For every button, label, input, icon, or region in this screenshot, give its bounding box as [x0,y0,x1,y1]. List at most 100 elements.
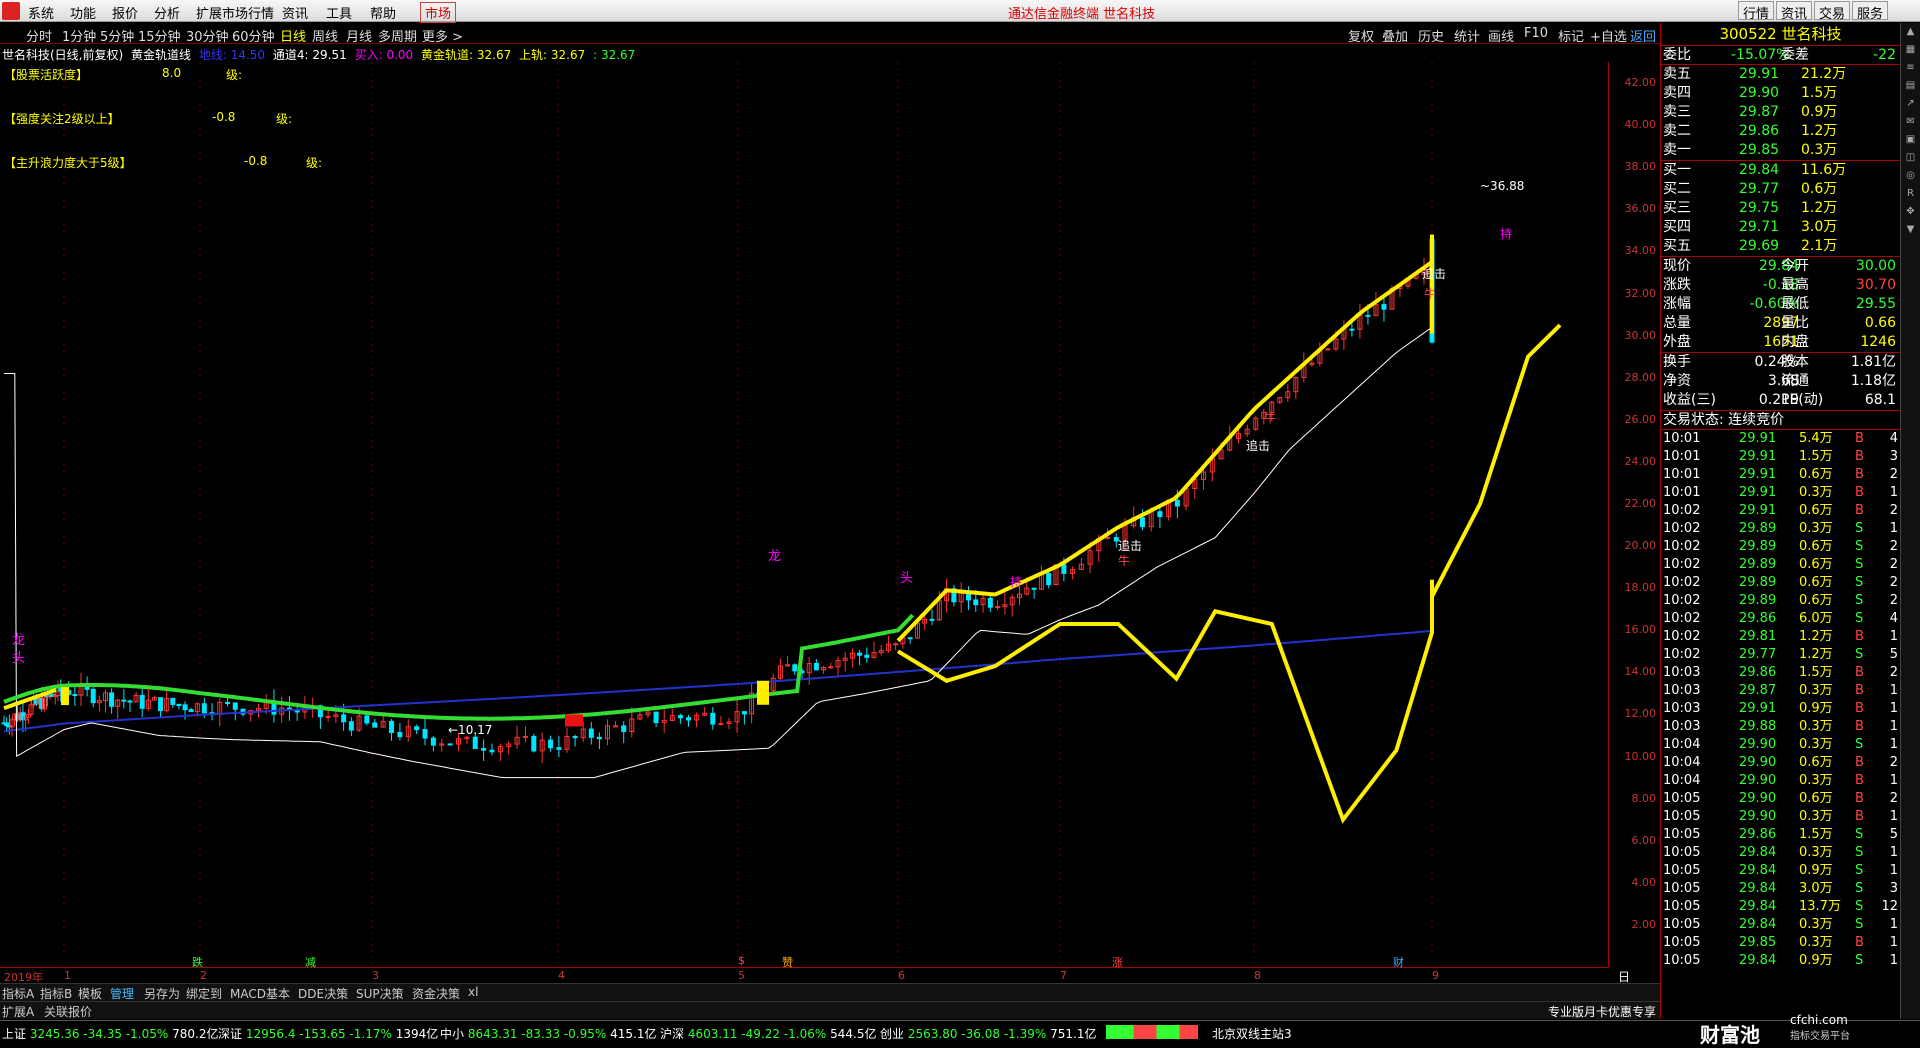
period-tab[interactable]: 更多 > [422,26,463,45]
calc-icon[interactable]: ◫ [1901,149,1920,167]
tab-dde[interactable]: DDE决策 [298,985,348,1002]
kline-chart[interactable]: ~36.88←10.17龙头龙头追击追击追击牛牛牛持持 [0,62,1608,967]
event-mark[interactable]: 财 [1393,954,1404,970]
move-icon[interactable]: ✥ [1901,203,1920,221]
promo-link[interactable]: 专业版月卡优惠专享 [1548,1003,1656,1020]
server-status[interactable]: 北京双线主站3 [1212,1025,1292,1042]
market-button[interactable]: 市场 [420,2,457,23]
tab-capital[interactable]: 资金决策 [412,985,460,1002]
menu-item[interactable]: 报价 [112,3,138,22]
tick-volume: 1.2万 [1799,647,1833,662]
tick-count: 1 [1889,485,1898,500]
tab-extension-a[interactable]: 扩展A [2,1003,34,1020]
add-watch-button[interactable]: +自选 [1590,26,1627,45]
tick-side: B [1855,719,1864,734]
period-tab[interactable]: 周线 [312,26,338,45]
tick-side: S [1855,737,1864,752]
period-tab[interactable]: 15分钟 [138,26,181,45]
indicator-name[interactable]: 黄金轨道线 [131,48,191,62]
tab-save-as[interactable]: 另存为 [144,985,180,1002]
candle-body [127,700,133,703]
event-mark[interactable]: 涨 [1112,954,1123,970]
index-cy[interactable]: 创业 2563.80 -36.08 -1.39% 751.1亿 [880,1025,1096,1042]
price-tick: 6.00 [1631,833,1657,847]
menu-item[interactable]: 系统 [28,3,54,22]
level-price: 29.91 [1739,66,1780,82]
draw-button[interactable]: 画线 [1488,26,1514,45]
quote-button[interactable]: 行情 [1738,1,1775,22]
mark-button[interactable]: 标记 [1558,26,1584,45]
tab-manage[interactable]: 管理 [110,985,134,1002]
candle-body [718,723,724,726]
restore-rights-button[interactable]: 复权 [1348,26,1374,45]
period-tab[interactable]: 30分钟 [186,26,229,45]
tick-time: 10:01 [1663,467,1701,482]
list-icon[interactable]: ≡ [1901,59,1920,77]
period-tab-active[interactable]: 日线 [280,26,306,45]
period-tab[interactable]: 多周期 [378,26,417,45]
period-tab[interactable]: 60分钟 [232,26,275,45]
event-mark[interactable]: 赞 [782,954,793,970]
rsi-icon[interactable]: R [1901,185,1920,203]
trend-icon[interactable]: ↗ [1901,95,1920,113]
index-hs[interactable]: 沪深 4603.11 -49.22 -1.06% 544.5亿 [660,1025,876,1042]
news-button[interactable]: 资讯 [1776,1,1813,22]
trade-button[interactable]: 交易 [1814,1,1851,22]
service-button[interactable]: 服务 [1852,1,1889,22]
target-icon[interactable]: ◎ [1901,167,1920,185]
indicator-info: 世名科技(日线,前复权) 黄金轨道线 地线: 14.50 通道4: 29.51 … [2,46,639,62]
menu-item[interactable]: 分析 [154,3,180,22]
tick-row: 10:01 29.91 0.3万 B 1 [1661,484,1900,502]
candle-body [389,720,395,733]
event-mark[interactable]: 跌 [192,954,203,970]
tab-related-quote[interactable]: 关联报价 [44,1003,92,1020]
period-tab[interactable]: 1分钟 [62,26,96,45]
menu-item[interactable]: 功能 [70,3,96,22]
history-button[interactable]: 历史 [1418,26,1444,45]
event-mark[interactable]: 减 [305,954,316,970]
tick-time: 10:02 [1663,593,1701,608]
event-mark[interactable]: $ [738,954,745,967]
menu-item[interactable]: 工具 [326,3,352,22]
tab-template[interactable]: 模板 [78,985,102,1002]
book-icon[interactable]: ▣ [1901,131,1920,149]
stats-button[interactable]: 统计 [1454,26,1480,45]
back-button[interactable]: 返回 [1630,26,1656,45]
index-zx[interactable]: 中小 8643.31 -83.33 -0.95% 415.1亿 [440,1025,656,1042]
tab-xl[interactable]: xl [468,985,478,999]
tab-sup[interactable]: SUP决策 [356,985,404,1002]
period-tab[interactable]: 月线 [346,26,372,45]
tick-side: B [1855,773,1864,788]
candle-body [481,748,487,751]
menu-item[interactable]: 扩展市场行情 [196,3,274,22]
chart-icon[interactable]: ▦ [1901,41,1920,59]
menu-item[interactable]: 资讯 [282,3,308,22]
grid-icon[interactable]: ▤ [1901,77,1920,95]
tick-count: 2 [1889,791,1898,806]
tick-count: 1 [1889,737,1898,752]
price-tick: 14.00 [1624,665,1657,679]
index-sz[interactable]: 深证 12956.4 -153.65 -1.17% 1394亿 [218,1025,438,1042]
scroll-down-icon[interactable]: ▼ [1901,221,1920,239]
head-label: 头 [900,571,913,586]
scroll-up-icon[interactable]: ▲ [1901,23,1920,41]
period-tab[interactable]: 分时 [26,26,52,45]
watermark-title: 财富池 [1700,1023,1760,1047]
hold-label: 持 [1010,574,1022,589]
period-tab[interactable]: 5分钟 [100,26,134,45]
tab-bind[interactable]: 绑定到 [186,985,222,1002]
f10-button[interactable]: F10 [1524,26,1548,41]
tick-price: 29.91 [1739,485,1777,500]
news-icon[interactable]: ✉ [1901,113,1920,131]
tick-side: S [1855,611,1864,626]
candle-body [472,736,478,750]
tab-indicator-b[interactable]: 指标B [40,985,72,1002]
tick-row: 10:01 29.91 1.5万 B 3 [1661,448,1900,466]
tab-indicator-a[interactable]: 指标A [2,985,34,1002]
index-sh[interactable]: 上证 3245.36 -34.35 -1.05% 780.2亿 [2,1025,218,1042]
candle-body [813,663,819,671]
tab-macd[interactable]: MACD基本 [230,985,290,1002]
menu-item[interactable]: 帮助 [370,3,396,22]
overlay-button[interactable]: 叠加 [1382,26,1408,45]
tick-volume: 0.6万 [1799,557,1833,572]
